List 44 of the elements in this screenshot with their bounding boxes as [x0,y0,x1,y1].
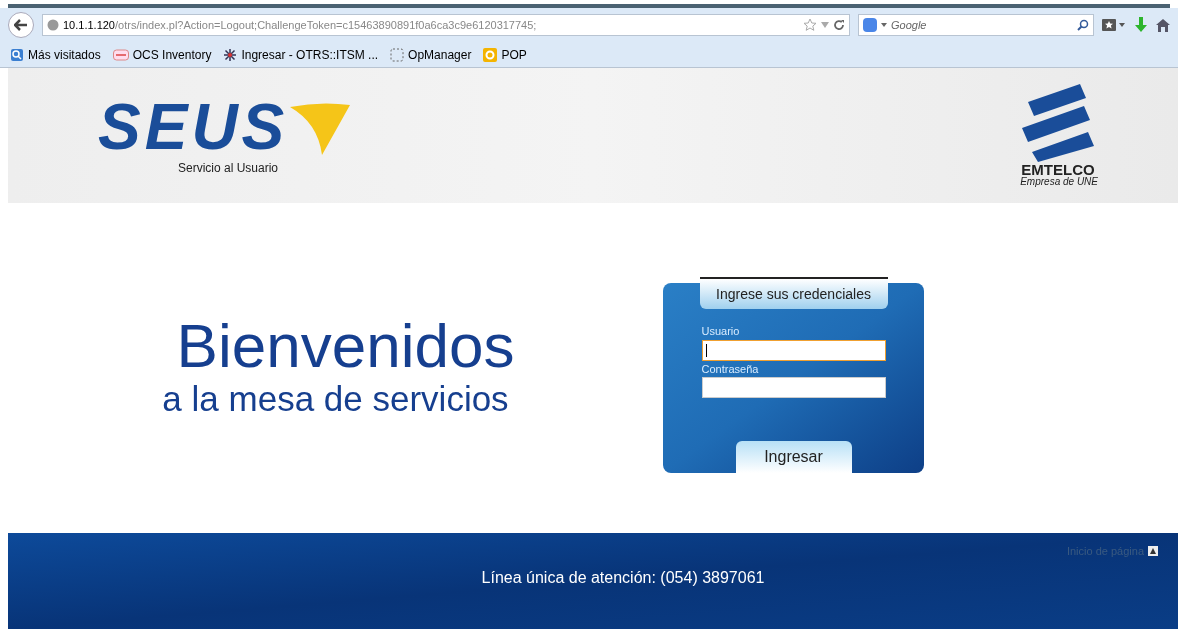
bookmark-item[interactable]: Ingresar - OTRS::ITSM ... [223,45,379,64]
search-input[interactable]: Google [891,16,1073,34]
logo-text: SEUS [98,94,289,159]
input-field[interactable] [701,339,886,361]
star-icon[interactable] [803,18,817,32]
contact-text: Línea única de atención: (054) 3897061 [481,567,765,588]
text-cursor [705,343,707,357]
home-icon[interactable] [1156,18,1170,32]
bookmark-label: OCS Inventory [132,46,212,64]
brand-subtitle: Empresa de UNE [1020,177,1098,187]
bookmark-label: OpManager [408,46,472,64]
search-field[interactable]: Google [858,14,1094,36]
asterisk-icon [223,47,238,62]
bookmark-item[interactable]: OCS Inventory [112,45,212,64]
welcome-title: Bienvenidos [176,315,515,378]
up-arrow-icon[interactable] [1148,546,1158,557]
input-field[interactable] [701,377,886,398]
login-title: Ingrese sus credenciales [699,277,888,309]
logo-subtitle: Servicio al Usuario [178,159,280,177]
search-icon[interactable] [1077,19,1089,31]
ocs-icon [112,48,129,61]
reload-icon[interactable] [833,19,845,31]
bookmark-item[interactable]: Más visitados [10,45,101,64]
url-text: 10.1.1.120/otrs/index.pl?Action=Logout;ChallengeToken=c15463890891f0a6ca3c9e6120317745; [63,17,537,33]
office-icon [483,47,498,62]
brand-name: EMTELCO [1021,162,1095,177]
back-arrow-icon[interactable] [14,19,28,31]
globe-icon [47,19,59,31]
welcome-subtitle: a la mesa de servicios [162,378,509,421]
bookmark-item[interactable]: POP [483,45,527,64]
bookmarks-icon[interactable] [1102,18,1126,32]
bookmark-label: POP [501,46,527,64]
field-label: Usuario [701,324,741,339]
bookmark-item[interactable]: OpManager [390,45,472,64]
field-label: Contraseña [701,361,760,377]
bookmark-label: Más visitados [28,46,101,64]
address-bar[interactable]: 10.1.1.120/otrs/index.pl?Action=Logout;ChallengeToken=c15463890891f0a6ca3c9e6120317745; [42,14,850,36]
swoosh-drawing [290,103,350,155]
bookmark-label: Ingresar - OTRS::ITSM ... [241,46,379,64]
back-button[interactable] [8,12,34,38]
search-page-icon [10,47,24,62]
dotted-square-icon [390,47,405,62]
dropdown-icon[interactable] [881,23,887,27]
login-button[interactable]: Ingresar [735,441,852,473]
